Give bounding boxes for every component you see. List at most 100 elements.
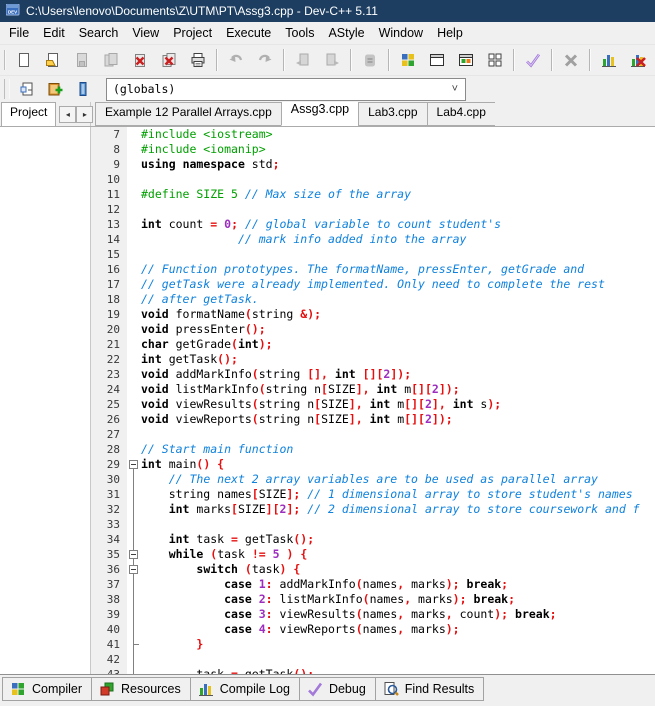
code-text[interactable]: #include <iostream> <box>141 127 655 142</box>
report-tab-resources[interactable]: Resources <box>91 677 191 701</box>
code-text[interactable] <box>141 247 655 262</box>
line-number: 20 <box>91 322 127 337</box>
goto-bookmark-icon <box>74 80 92 98</box>
code-text[interactable]: case 4: viewReports(names, marks); <box>141 622 655 637</box>
code-line: 20 void pressEnter(); <box>91 322 655 337</box>
code-text[interactable]: using namespace std; <box>141 157 655 172</box>
code-text[interactable]: string names[SIZE]; // 1 dimensional arr… <box>141 487 655 502</box>
code-text[interactable] <box>141 172 655 187</box>
code-text[interactable]: #include <iomanip> <box>141 142 655 157</box>
code-text[interactable]: switch (task) { <box>141 562 655 577</box>
code-editor[interactable]: 7#include <iostream>8#include <iomanip>9… <box>91 127 655 674</box>
code-text[interactable]: // Function prototypes. The formatName, … <box>141 262 655 277</box>
code-text[interactable]: void pressEnter(); <box>141 322 655 337</box>
close-file-icon <box>131 51 149 69</box>
menu-view[interactable]: View <box>125 24 166 42</box>
code-text[interactable]: // getTask were already implemented. Onl… <box>141 277 655 292</box>
close-all-button[interactable] <box>154 46 183 74</box>
editor-tab-lab4-cpp[interactable]: Lab4.cpp <box>427 102 495 126</box>
insert-button[interactable] <box>13 76 41 102</box>
code-text[interactable] <box>141 202 655 217</box>
menu-help[interactable]: Help <box>430 24 470 42</box>
scroll-left-button[interactable]: ◂ <box>59 106 76 123</box>
code-text[interactable]: void viewResults(string n[SIZE], int m[]… <box>141 397 655 412</box>
menu-execute[interactable]: Execute <box>219 24 278 42</box>
project-browser-panel[interactable] <box>0 127 91 674</box>
syntax-check-button[interactable] <box>518 46 547 74</box>
project-options-button <box>355 46 384 74</box>
compile-button[interactable] <box>393 46 422 74</box>
line-number: 32 <box>91 502 127 517</box>
open-file-button[interactable] <box>38 46 67 74</box>
code-line: 37 case 1: addMarkInfo(names, marks); br… <box>91 577 655 592</box>
line-number: 37 <box>91 577 127 592</box>
report-tab-debug[interactable]: Debug <box>299 677 376 701</box>
code-text[interactable]: void formatName(string &); <box>141 307 655 322</box>
report-tab-find-results[interactable]: Find Results <box>375 677 484 701</box>
delete-profiling-button[interactable] <box>623 46 652 74</box>
editor-tab-lab3-cpp[interactable]: Lab3.cpp <box>358 102 427 126</box>
code-text[interactable]: // The next 2 array variables are to be … <box>141 472 655 487</box>
fold-margin <box>127 427 141 442</box>
code-text[interactable]: #define SIZE 5 // Max size of the array <box>141 187 655 202</box>
print-button[interactable] <box>183 46 212 74</box>
code-text[interactable]: int task = getTask(); <box>141 532 655 547</box>
class-browser-select[interactable]: (globals) ˅ <box>106 78 466 101</box>
code-text[interactable] <box>141 517 655 532</box>
run-icon <box>428 51 446 69</box>
code-text[interactable]: int marks[SIZE][2]; // 2 dimensional arr… <box>141 502 655 517</box>
new-file-button[interactable] <box>9 46 38 74</box>
editor-tab-assg3-cpp[interactable]: Assg3.cpp <box>281 102 359 126</box>
line-number: 14 <box>91 232 127 247</box>
code-text[interactable]: // Start main function <box>141 442 655 457</box>
code-text[interactable]: char getGrade(int); <box>141 337 655 352</box>
fold-toggle[interactable] <box>127 562 141 577</box>
report-tab-label: Compiler <box>32 682 82 696</box>
code-text[interactable]: int count = 0; // global variable to cou… <box>141 217 655 232</box>
code-text[interactable] <box>141 427 655 442</box>
menu-window[interactable]: Window <box>372 24 430 42</box>
scroll-right-button[interactable]: ▸ <box>76 106 93 123</box>
menu-file[interactable]: File <box>2 24 36 42</box>
menu-edit[interactable]: Edit <box>36 24 72 42</box>
report-tab-compile-log[interactable]: Compile Log <box>190 677 300 701</box>
code-text[interactable]: while (task != 5 ) { <box>141 547 655 562</box>
code-text[interactable]: case 1: addMarkInfo(names, marks); break… <box>141 577 655 592</box>
fold-toggle[interactable] <box>127 547 141 562</box>
close-file-button[interactable] <box>125 46 154 74</box>
code-text[interactable]: void listMarkInfo(string n[SIZE], int m[… <box>141 382 655 397</box>
fold-margin <box>127 532 141 547</box>
toolbar-grip[interactable] <box>4 50 6 70</box>
menu-search[interactable]: Search <box>72 24 126 42</box>
abort-button <box>556 46 585 74</box>
tab-project[interactable]: Project <box>1 102 56 126</box>
run-button[interactable] <box>422 46 451 74</box>
code-text[interactable]: case 2: listMarkInfo(names, marks); brea… <box>141 592 655 607</box>
code-text[interactable]: case 3: viewResults(names, marks, count)… <box>141 607 655 622</box>
rebuild-all-button[interactable] <box>480 46 509 74</box>
code-text[interactable]: int getTask(); <box>141 352 655 367</box>
fold-margin <box>127 337 141 352</box>
fold-margin <box>127 577 141 592</box>
profile-button[interactable] <box>594 46 623 74</box>
compile-run-button[interactable] <box>451 46 480 74</box>
code-text[interactable]: // mark info added into the array <box>141 232 655 247</box>
add-to-project-icon <box>294 51 312 69</box>
code-text[interactable]: int main() { <box>141 457 655 472</box>
code-text[interactable]: task = getTask(); <box>141 667 655 674</box>
menu-project[interactable]: Project <box>166 24 219 42</box>
code-text[interactable] <box>141 652 655 667</box>
goto-bookmark-button[interactable] <box>69 76 97 102</box>
line-number: 11 <box>91 187 127 202</box>
code-text[interactable]: } <box>141 637 655 652</box>
fold-toggle[interactable] <box>127 457 141 472</box>
toolbar-grip[interactable] <box>4 79 10 99</box>
editor-tab-example-12-parallel-arrays-cpp[interactable]: Example 12 Parallel Arrays.cpp <box>95 102 282 126</box>
toggle-bookmark-button[interactable] <box>41 76 69 102</box>
code-text[interactable]: void viewReports(string n[SIZE], int m[]… <box>141 412 655 427</box>
report-tab-compiler[interactable]: Compiler <box>2 677 92 701</box>
code-text[interactable]: void addMarkInfo(string [], int [][2]); <box>141 367 655 382</box>
code-text[interactable]: // after getTask. <box>141 292 655 307</box>
menu-astyle[interactable]: AStyle <box>321 24 371 42</box>
menu-tools[interactable]: Tools <box>278 24 321 42</box>
